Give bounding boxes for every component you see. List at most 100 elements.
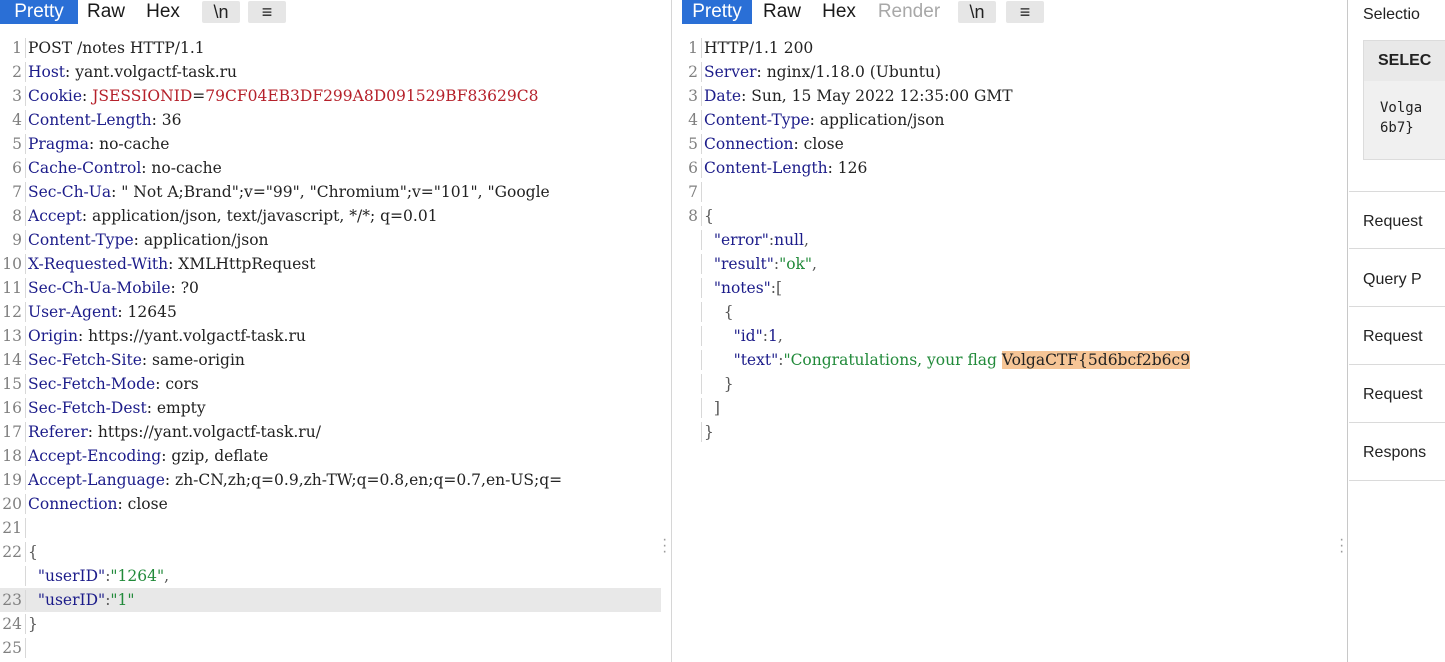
code-line[interactable]: 10 X-Requested-With: XMLHttpRequest (0, 252, 661, 276)
code-token: Content-Length (704, 159, 828, 177)
code-token: HTTP/1.1 200 (704, 39, 814, 57)
code-text: POST /notes HTTP/1.1 (28, 36, 205, 60)
code-line[interactable]: 9 Content-Type: application/json (0, 228, 661, 252)
code-line[interactable]: 21 (0, 516, 661, 540)
code-line[interactable]: 5 Pragma: no-cache (0, 132, 661, 156)
code-line[interactable]: { (676, 300, 1340, 324)
code-line[interactable]: 15 Sec-Fetch-Mode: cors (0, 372, 661, 396)
selected-text-header[interactable]: SELEC (1364, 41, 1445, 81)
line-number: 2 (12, 63, 22, 81)
inspector-section-request-headers[interactable]: Request (1363, 386, 1423, 404)
code-text: Date: Sun, 15 May 2022 12:35:00 GMT (704, 84, 1013, 108)
code-line[interactable]: 1 POST /notes HTTP/1.1 (0, 36, 661, 60)
request-kebab-icon[interactable]: · · · (662, 532, 667, 560)
code-token: : https://yant.volgactf-task.ru/ (87, 423, 321, 441)
response-editor[interactable]: 1 HTTP/1.1 200 2 Server: nginx/1.18.0 (Ubun… (676, 36, 1346, 662)
code-line[interactable]: 6 Content-Length: 126 (676, 156, 1340, 180)
code-line[interactable]: } (676, 420, 1340, 444)
code-line[interactable]: 16 Sec-Fetch-Dest: empty (0, 396, 661, 420)
code-line[interactable]: 3 Cookie: JSESSIONID=79CF04EB3DF299A8D091… (0, 84, 661, 108)
code-line[interactable]: 7 Sec-Ch-Ua: " Not A;Brand";v="99", "Chro… (0, 180, 661, 204)
code-line[interactable]: "result":"ok", (676, 252, 1340, 276)
code-line[interactable]: 22 { (0, 540, 661, 564)
code-line[interactable]: 8{ (676, 204, 1340, 228)
line-number: 17 (2, 423, 22, 441)
code-line[interactable]: 18 Accept-Encoding: gzip, deflate (0, 444, 661, 468)
code-line[interactable]: 23 "userID":"1" (0, 588, 661, 612)
inspector-separator (1349, 191, 1445, 192)
code-text: } (704, 372, 734, 396)
code-text: } (28, 612, 38, 636)
response-kebab-icon[interactable]: · · · (1339, 532, 1344, 560)
inspector-section-request-attributes[interactable]: Request (1363, 213, 1423, 231)
code-token: Pragma (28, 135, 89, 153)
line-number: 3 (688, 87, 698, 105)
code-text: Sec-Fetch-Site: same-origin (28, 348, 245, 372)
code-line[interactable]: 25 (0, 636, 661, 660)
code-line[interactable]: 17 Referer: https://yant.volgactf-task.ru… (0, 420, 661, 444)
gutter-line (25, 422, 26, 442)
line-number: 1 (688, 39, 698, 57)
line-number: 20 (2, 495, 22, 513)
gutter-line (25, 38, 26, 58)
code-token: { (704, 207, 714, 225)
code-line[interactable]: 11 Sec-Ch-Ua-Mobile: ?0 (0, 276, 661, 300)
code-line[interactable]: 8 Accept: application/json, text/javascri… (0, 204, 661, 228)
code-token: } (704, 423, 714, 441)
code-line[interactable]: "notes":[ (676, 276, 1340, 300)
code-line[interactable]: 2 Server: nginx/1.18.0 (Ubuntu) (676, 60, 1340, 84)
code-line[interactable]: 4 Content-Length: 36 (0, 108, 661, 132)
gutter-line (701, 134, 702, 154)
response-tab-raw[interactable]: Raw (756, 0, 808, 24)
code-line[interactable]: 1 HTTP/1.1 200 (676, 36, 1340, 60)
gutter-line (25, 542, 26, 562)
selected-text-content[interactable]: Volga 6b7} (1380, 98, 1422, 138)
inspector-divider[interactable] (1347, 0, 1348, 662)
code-token: ] (704, 399, 720, 417)
response-tab-hex[interactable]: Hex (814, 0, 864, 24)
request-editor[interactable]: 1 POST /notes HTTP/1.1 2 Host: yant.volgact… (0, 36, 670, 662)
inspector-section-response-headers[interactable]: Respons (1363, 444, 1426, 462)
code-line[interactable]: 2 Host: yant.volgactf-task.ru (0, 60, 661, 84)
code-line[interactable]: "id":1, (676, 324, 1340, 348)
code-text: Content-Length: 36 (28, 108, 181, 132)
code-line[interactable]: "error":null, (676, 228, 1340, 252)
code-line[interactable]: 6 Cache-Control: no-cache (0, 156, 661, 180)
inspector-separator (1349, 480, 1445, 481)
code-line[interactable]: "userID":"1264", (0, 564, 661, 588)
request-tab-hex[interactable]: Hex (138, 0, 188, 24)
code-line[interactable]: 7 (676, 180, 1340, 204)
response-toolbar: Pretty Raw Hex Render \n ≡ (676, 0, 1346, 24)
response-newline-toggle-button[interactable]: \n (958, 1, 996, 23)
code-line[interactable]: 19 Accept-Language: zh-CN,zh;q=0.9,zh-TW;… (0, 468, 661, 492)
code-line[interactable]: 12 User-Agent: 12645 (0, 300, 661, 324)
code-token: } (28, 615, 38, 633)
code-line[interactable]: 13 Origin: https://yant.volgactf-task.ru (0, 324, 661, 348)
code-line[interactable]: ] (676, 396, 1340, 420)
gutter-line (25, 62, 26, 82)
request-tab-pretty[interactable]: Pretty (0, 0, 78, 24)
code-line[interactable]: "text":"Congratulations, your flag Volga… (676, 348, 1340, 372)
inspector-section-request-cookies[interactable]: Request (1363, 328, 1423, 346)
code-line[interactable]: 14 Sec-Fetch-Site: same-origin (0, 348, 661, 372)
code-line[interactable]: } (676, 372, 1340, 396)
response-tab-render[interactable]: Render (872, 0, 946, 24)
inspector-section-query-params[interactable]: Query P (1363, 271, 1422, 289)
code-line[interactable]: 4 Content-Type: application/json (676, 108, 1340, 132)
request-newline-toggle-button[interactable]: \n (202, 1, 240, 23)
code-line[interactable]: 20 Connection: close (0, 492, 661, 516)
request-tab-raw[interactable]: Raw (80, 0, 132, 24)
response-menu-icon[interactable]: ≡ (1006, 1, 1044, 23)
code-token: : (82, 87, 93, 105)
code-line[interactable]: 5 Connection: close (676, 132, 1340, 156)
code-text: Accept-Language: zh-CN,zh;q=0.9,zh-TW;q=… (28, 468, 562, 492)
gutter-line (25, 134, 26, 154)
code-line[interactable]: 3 Date: Sun, 15 May 2022 12:35:00 GMT (676, 84, 1340, 108)
code-text: Content-Type: application/json (704, 108, 945, 132)
gutter-line (25, 638, 26, 658)
code-line[interactable]: 24} (0, 612, 661, 636)
pane-divider[interactable] (671, 0, 672, 662)
response-tab-pretty[interactable]: Pretty (682, 0, 752, 24)
request-menu-icon[interactable]: ≡ (248, 1, 286, 23)
